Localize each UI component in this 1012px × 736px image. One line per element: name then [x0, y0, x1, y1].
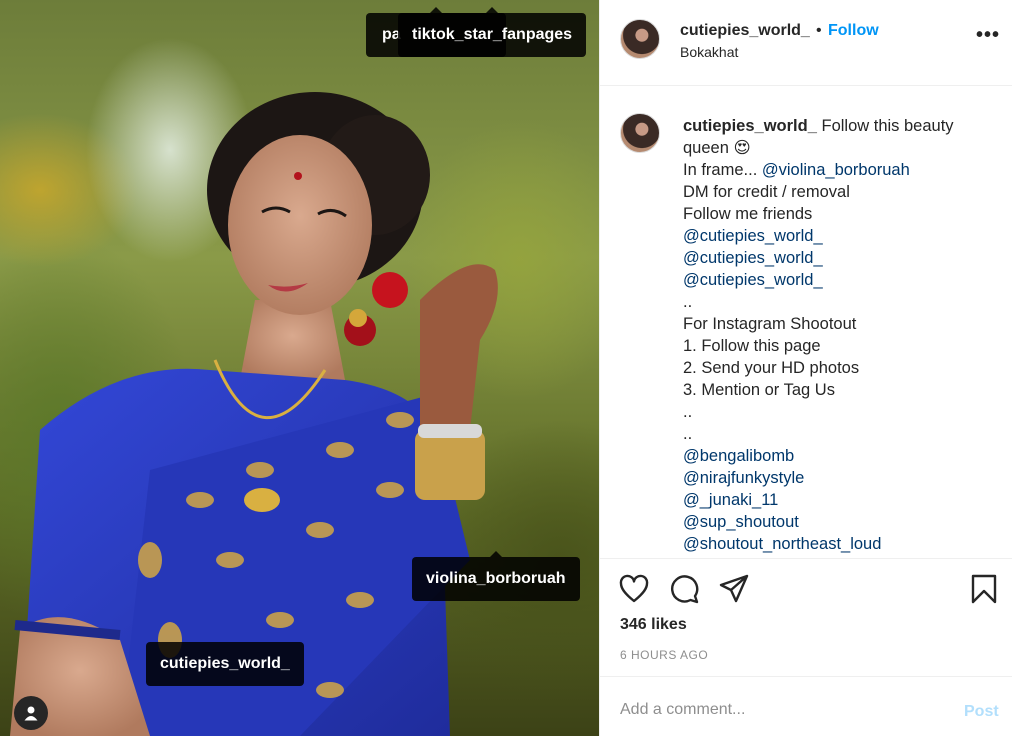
header-separator: • — [816, 22, 822, 39]
mention-link[interactable]: @bengalibomb — [683, 445, 993, 467]
caption-line: .. — [683, 293, 693, 311]
caption-line: .. — [683, 425, 693, 443]
caption-second-line: queen 😍 — [683, 137, 993, 159]
photo-tag-tiktok-star-fanpages[interactable]: tiktok_star_fanpages — [398, 7, 587, 57]
post-panel: cutiepies_world_ • Follow Bokakhat ••• c… — [599, 0, 1012, 736]
location-link[interactable]: Bokakhat — [680, 44, 738, 60]
mention-link[interactable]: @_junaki_11 — [683, 489, 993, 511]
likes-count[interactable]: 346 likes — [620, 616, 687, 634]
caption-text: cutiepies_world_ Follow this beauty quee… — [683, 115, 993, 555]
bookmark-icon[interactable] — [968, 573, 1000, 605]
follow-button[interactable]: Follow — [828, 22, 879, 40]
caption-line: DM for credit / removal — [683, 183, 850, 201]
photo-illustration — [10, 92, 498, 736]
caption-queen: queen — [683, 139, 729, 157]
mention-link[interactable]: @nirajfunkystyle — [683, 467, 993, 489]
photo-tag-violina-borboruah[interactable]: violina_borboruah — [412, 551, 580, 601]
person-icon — [24, 706, 38, 721]
post-header: cutiepies_world_ • Follow Bokakhat ••• — [600, 0, 1012, 86]
post-photo[interactable]: pa tiktok_star_fanpages violina_borborua… — [0, 0, 599, 736]
more-options-icon[interactable]: ••• — [976, 24, 1000, 47]
caption-intro: Follow this beauty — [821, 117, 954, 135]
caption-line: 2. Send your HD photos — [683, 359, 860, 377]
share-icon[interactable] — [718, 573, 750, 605]
heart-icon[interactable] — [618, 573, 650, 605]
mention-link[interactable]: @violina_borboruah — [762, 161, 910, 179]
header-username[interactable]: cutiepies_world_ — [680, 22, 810, 40]
action-bar — [600, 558, 1012, 606]
comment-bar: Post — [600, 676, 1012, 736]
post-comment-button[interactable]: Post — [964, 703, 999, 721]
caption-line: .. — [683, 403, 693, 421]
caption-line: Follow me friends — [683, 205, 813, 223]
caption-avatar[interactable] — [620, 113, 660, 153]
caption-in-frame: In frame... @violina_borboruah — [683, 159, 993, 181]
comment-icon[interactable] — [668, 573, 700, 605]
post-timestamp[interactable]: 6 HOURS AGO — [620, 648, 708, 662]
tagged-users-button[interactable] — [14, 696, 48, 730]
mention-link[interactable]: @cutiepies_world_ — [683, 269, 993, 291]
mention-link[interactable]: @sup_shoutout — [683, 511, 993, 533]
in-frame-prefix: In frame... — [683, 161, 762, 179]
caption-line: 3. Mention or Tag Us — [683, 381, 835, 399]
caption-username[interactable]: cutiepies_world_ — [683, 117, 817, 135]
comment-input[interactable] — [620, 701, 950, 719]
avatar[interactable] — [620, 19, 660, 59]
photo-tag-cutiepies-world[interactable]: cutiepies_world_ — [146, 642, 304, 686]
caption-section: cutiepies_world_ Follow this beauty quee… — [600, 86, 1012, 558]
caption-first-line: cutiepies_world_ Follow this beauty — [683, 115, 993, 137]
caption-line: For Instagram Shootout — [683, 315, 857, 333]
heart-eyes-emoji-icon: 😍 — [733, 139, 751, 157]
caption-line: 1. Follow this page — [683, 337, 821, 355]
mention-link[interactable]: @cutiepies_world_ — [683, 225, 993, 247]
mention-link[interactable]: @cutiepies_world_ — [683, 247, 993, 269]
mention-link[interactable]: @shoutout_northeast_loud — [683, 533, 993, 555]
